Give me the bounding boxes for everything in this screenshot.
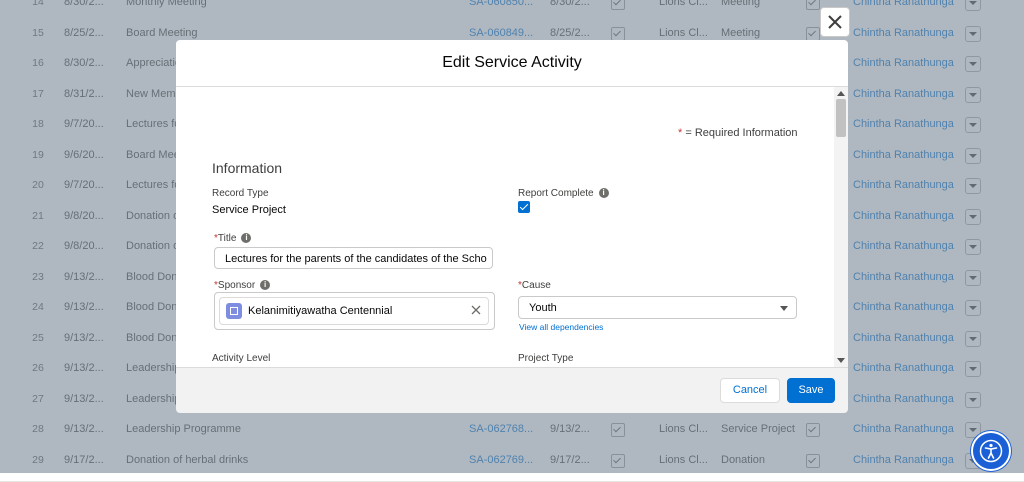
modal-footer: Cancel Save (176, 367, 848, 413)
accessibility-icon (979, 439, 1003, 463)
cause-label-text: Cause (522, 280, 551, 291)
modal-body: * = Required Information Information Rec… (176, 87, 848, 367)
info-icon[interactable]: i (260, 280, 270, 290)
sponsor-label-text: Sponsor (218, 280, 255, 291)
title-label: *Titlei (214, 233, 251, 244)
view-dependencies-link[interactable]: View all dependencies (519, 322, 603, 332)
section-title-information: Information (212, 160, 282, 176)
required-info-text: = Required Information (685, 127, 797, 139)
sponsor-lookup[interactable]: Kelanimitiyawatha Centennial (214, 292, 495, 330)
info-icon[interactable]: i (241, 233, 251, 243)
activity-level-label: Activity Level (212, 353, 270, 364)
cause-value: Youth (529, 302, 557, 314)
accessibility-button[interactable] (971, 431, 1011, 471)
chevron-down-icon (780, 306, 788, 311)
required-info-note: * = Required Information (678, 127, 798, 139)
project-type-label: Project Type (518, 353, 573, 364)
sponsor-label: *Sponsori (214, 280, 270, 291)
report-complete-label: Report Complete i (518, 188, 609, 199)
scroll-down-icon[interactable] (837, 358, 845, 363)
record-type-label: Record Type (212, 188, 269, 199)
edit-service-activity-modal: Edit Service Activity * = Required Infor… (176, 40, 848, 412)
modal-title: Edit Service Activity (176, 40, 848, 87)
scroll-thumb[interactable] (836, 99, 846, 137)
cause-label: *Cause (518, 280, 551, 291)
sponsor-pill[interactable]: Kelanimitiyawatha Centennial (219, 297, 489, 325)
close-icon (827, 14, 843, 30)
close-button[interactable] (820, 7, 850, 37)
scroll-up-icon[interactable] (837, 91, 845, 96)
info-icon[interactable]: i (599, 188, 609, 198)
save-button[interactable]: Save (787, 378, 835, 403)
sponsor-value: Kelanimitiyawatha Centennial (248, 298, 392, 324)
cancel-button[interactable]: Cancel (720, 378, 780, 403)
modal-scrollbar[interactable] (834, 87, 848, 367)
record-type-value: Service Project (212, 204, 286, 216)
required-star: * (678, 127, 682, 139)
cause-select[interactable]: Youth (518, 296, 797, 319)
report-complete-checkbox[interactable] (518, 201, 530, 213)
account-icon (226, 303, 242, 319)
clear-icon[interactable] (470, 304, 482, 316)
title-label-text: Title (218, 233, 237, 244)
report-complete-text: Report Complete (518, 188, 594, 199)
title-input[interactable]: Lectures for the parents of the candidat… (214, 247, 493, 269)
